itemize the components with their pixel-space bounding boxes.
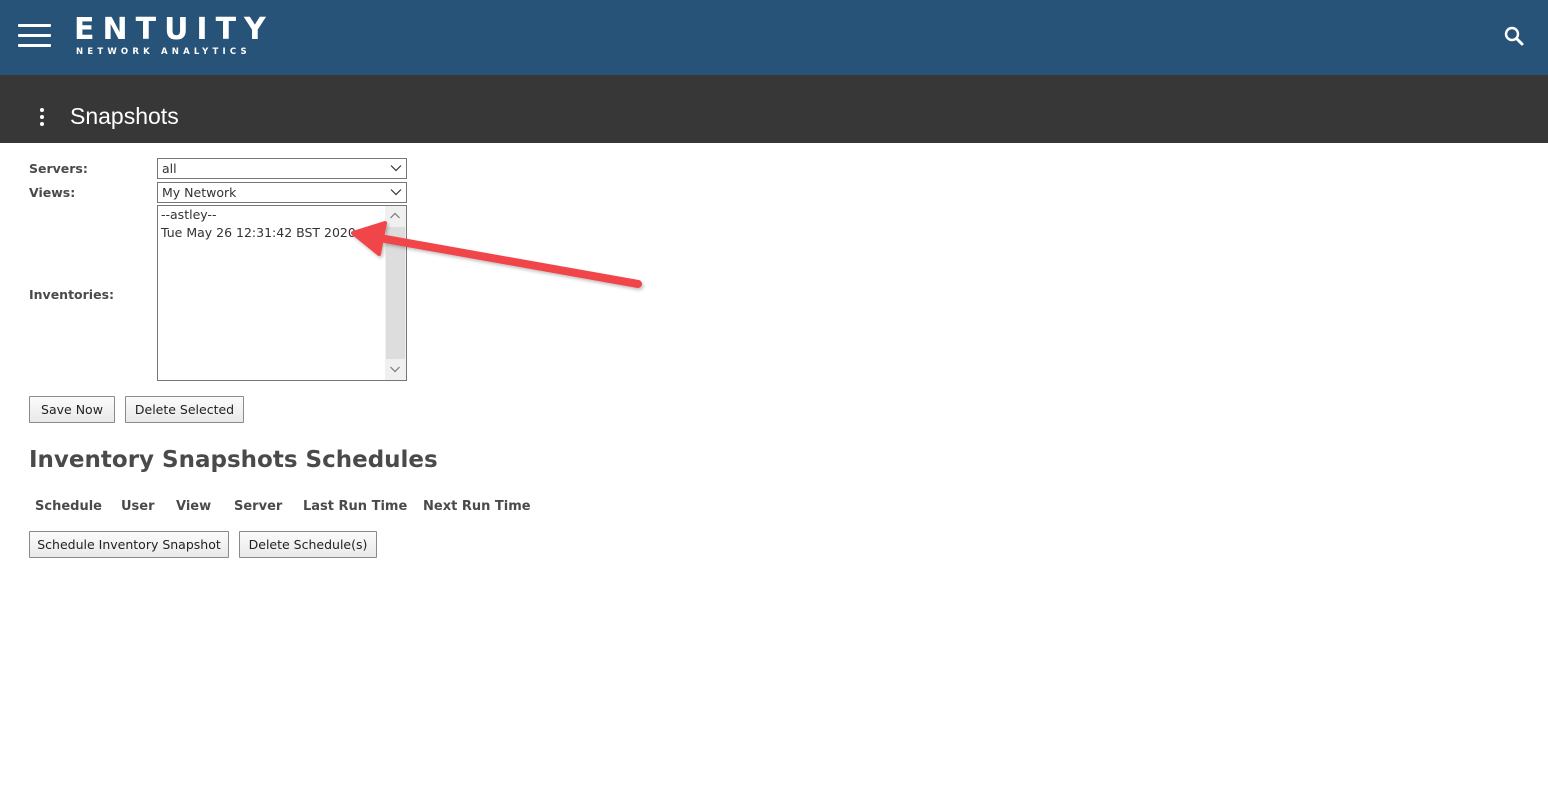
delete-selected-button[interactable]: Delete Selected	[125, 396, 244, 423]
servers-select[interactable]: all	[157, 158, 407, 179]
views-select[interactable]: My Network	[157, 182, 407, 203]
column-header-last-run-time[interactable]: Last Run Time	[303, 499, 407, 514]
schedule-inventory-snapshot-button[interactable]: Schedule Inventory Snapshot	[29, 531, 229, 558]
delete-schedules-button[interactable]: Delete Schedule(s)	[239, 531, 377, 558]
page-title-bar	[0, 75, 1548, 143]
views-label: Views:	[29, 185, 76, 200]
page-title: Snapshots	[70, 103, 179, 129]
column-header-server[interactable]: Server	[234, 499, 282, 514]
views-select-value: My Network	[162, 185, 237, 200]
inventory-option[interactable]: --astley--	[161, 207, 216, 222]
scroll-down-icon[interactable]	[389, 363, 401, 375]
brand-tagline: NETWORK ANALYTICS	[76, 47, 251, 57]
servers-label: Servers:	[29, 161, 88, 176]
inventory-option[interactable]: Tue May 26 12:31:42 BST 2020	[161, 225, 356, 240]
vertical-dots-icon[interactable]	[34, 107, 50, 127]
inventories-label: Inventories:	[29, 287, 115, 302]
annotation-arrow-shaft	[381, 235, 642, 288]
search-icon[interactable]	[1502, 24, 1526, 48]
brand-logo[interactable]: ENTUITY NETWORK ANALYTICS	[74, 14, 274, 58]
chevron-down-icon	[390, 165, 402, 172]
scrollbar-track[interactable]	[386, 227, 405, 359]
top-banner: ENTUITY NETWORK ANALYTICS	[0, 0, 1548, 75]
scroll-up-icon[interactable]	[389, 210, 401, 222]
brand-name: ENTUITY	[74, 12, 274, 47]
schedules-title: Inventory Snapshots Schedules	[29, 447, 438, 473]
column-header-schedule[interactable]: Schedule	[35, 499, 102, 514]
chevron-down-icon	[390, 189, 402, 196]
hamburger-menu-icon[interactable]	[18, 24, 51, 48]
column-header-view[interactable]: View	[176, 499, 211, 514]
save-now-button[interactable]: Save Now	[29, 396, 115, 423]
column-header-next-run-time[interactable]: Next Run Time	[423, 499, 531, 514]
column-header-user[interactable]: User	[121, 499, 155, 514]
inventories-listbox[interactable]: --astley-- Tue May 26 12:31:42 BST 2020	[157, 205, 407, 381]
listbox-scrollbar[interactable]	[385, 206, 406, 380]
servers-select-value: all	[162, 161, 177, 176]
